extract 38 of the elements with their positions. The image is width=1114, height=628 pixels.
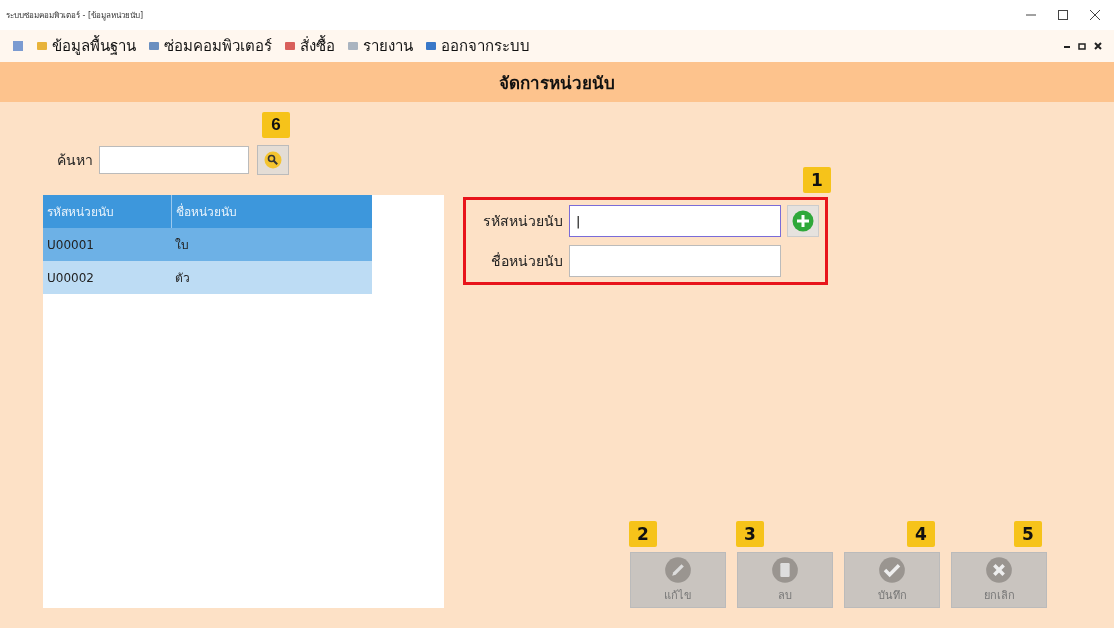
menu-item[interactable]: สั่งซื้อ [284,34,335,58]
search-label: ค้นหา [57,150,93,170]
table-row[interactable]: U00002 ตัว [43,261,372,294]
callout-badge: 6 [262,111,290,138]
add-button[interactable] [787,205,819,237]
field-label: รหัสหน่วยนับ [482,212,563,231]
check-icon [878,556,906,584]
maximize-icon[interactable] [1058,10,1068,20]
table-cell-text: U00002 [46,269,95,287]
callout-badge: 5 [1014,521,1042,547]
field-label: ชื่อหน่วยนับ [490,251,563,271]
callout-badge: 1 [803,167,831,193]
menu-item[interactable]: ข้อมูลพื้นฐาน [36,34,136,58]
column-header: ชื่อหน่วยนับ [175,202,238,221]
app-icon [12,40,24,52]
input-field[interactable]: | [569,205,781,237]
table-cell-text: ใบ [174,237,191,254]
x-circle-icon [985,556,1013,584]
plus-icon [792,210,814,232]
page-title: จัดการหน่วยนับ [499,71,615,95]
table-row[interactable]: U00001 ใบ [43,228,372,261]
menu-item[interactable]: ซ่อมคอมพิวเตอร์ [148,34,272,58]
table-cell-text: U00001 [46,236,95,254]
callout-badge: 3 [736,521,764,547]
table-cell-text: ตัว [174,270,192,287]
search-icon [264,150,282,169]
close-icon[interactable] [1094,42,1102,50]
menu-item[interactable]: ออกจากระบบ [425,34,530,58]
callout-badge: 2 [629,521,657,547]
input-field[interactable] [569,245,781,277]
menu-item[interactable]: รายงาน [347,34,413,58]
window-title: ระบบซ่อมคอมพิวเตอร์ - [ข้อมูลหน่วยนับ] [6,9,144,22]
callout-badge: 4 [907,521,935,547]
pencil-icon [664,556,692,584]
close-icon[interactable] [1090,10,1100,20]
search-field[interactable] [99,145,249,174]
restore-icon[interactable] [1078,42,1086,50]
trash-icon [771,556,799,584]
